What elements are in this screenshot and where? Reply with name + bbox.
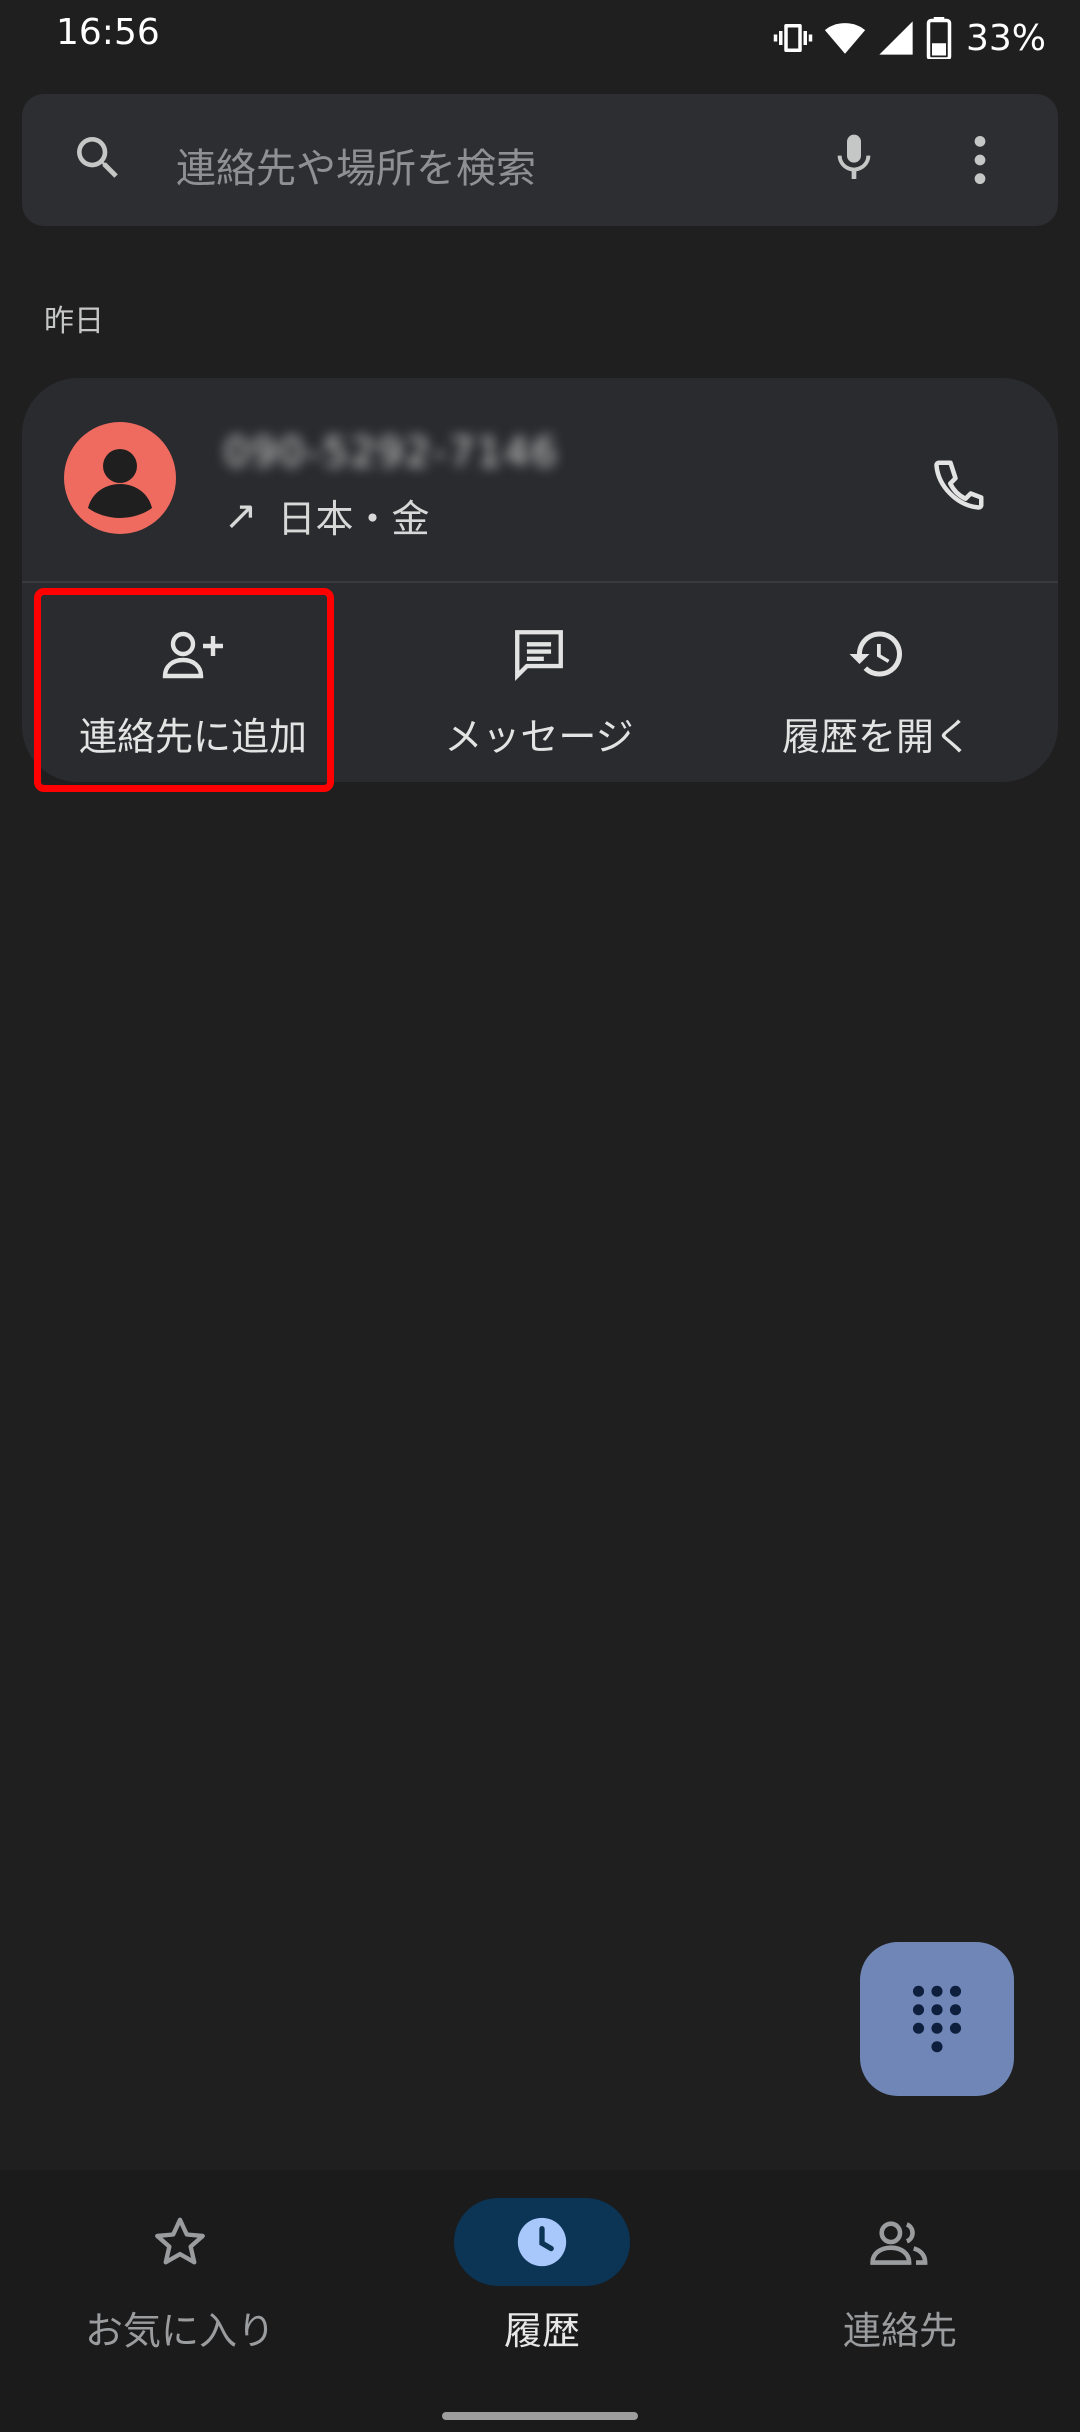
mic-icon[interactable] [826,128,882,192]
nav-favorites[interactable]: お気に入り [0,2198,360,2388]
call-button[interactable] [920,444,1000,524]
search-input[interactable]: 連絡先や場所を検索 [176,136,536,194]
nav-contacts-label: 連絡先 [842,2309,957,2353]
card-divider [22,581,1058,583]
call-location: 日本 [277,497,354,541]
battery-percent: 33% [965,17,1046,59]
open-history-label: 履歴を開く [781,715,972,759]
nav-history[interactable]: 履歴 [362,2198,722,2388]
dialpad-icon [912,1985,962,2053]
battery-icon [926,17,952,59]
meta-separator: ・ [353,497,392,541]
star-icon [155,2217,205,2265]
call-meta: ↗ 日本・金 [224,488,430,543]
nav-history-label: 履歴 [503,2309,580,2353]
nav-favorites-label: お気に入り [84,2309,275,2353]
history-icon [849,631,902,677]
message-label: メッセージ [444,715,634,759]
people-icon [870,2221,928,2265]
section-label-yesterday: 昨日 [44,304,104,339]
home-indicator[interactable] [442,2412,638,2420]
more-vert-icon[interactable] [962,132,998,192]
vibrate-icon [773,24,813,52]
message-icon [515,630,563,682]
signal-icon [879,21,913,55]
highlight-box [34,588,334,792]
status-icons: 33% [772,12,1046,64]
clock-icon [517,2217,567,2267]
nav-contacts[interactable]: 連絡先 [720,2198,1080,2388]
outgoing-call-icon: ↗ [224,492,258,539]
search-icon[interactable] [70,130,126,190]
phone-icon [934,460,984,510]
person-icon [88,449,152,518]
call-day: 金 [391,497,430,541]
open-history-button[interactable]: 履歴を開く [712,600,1042,780]
wifi-icon [824,23,866,54]
message-button[interactable]: メッセージ [374,600,704,780]
avatar[interactable] [64,422,176,534]
caller-number: 090-5292-7146 [224,430,559,476]
dialpad-button[interactable] [860,1942,1014,2096]
status-time: 16:56 [56,12,160,53]
